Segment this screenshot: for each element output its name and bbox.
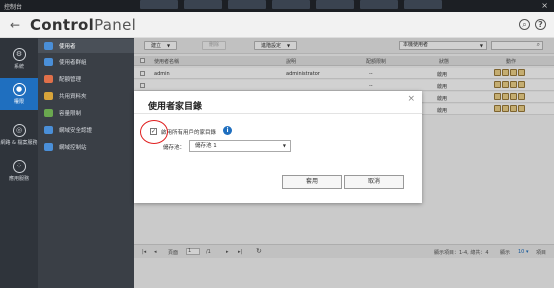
brand-rest: Panel	[94, 16, 137, 34]
user-icon: ●	[12, 83, 26, 96]
taskbar-thumbnail[interactable]	[140, 0, 178, 9]
grid-icon: ⁘	[12, 160, 26, 173]
rail-item-label: 系統	[13, 64, 24, 70]
server-icon	[44, 143, 53, 151]
highlight-circle	[140, 120, 168, 144]
sidebar-item-user-groups[interactable]: 使用者群組	[38, 55, 134, 69]
dialog-title: 使用者家目錄	[148, 102, 203, 112]
taskbar-thumbnail[interactable]	[228, 0, 266, 9]
rail-item-label: 網路 & 檔案服務	[0, 140, 38, 146]
apply-button[interactable]: 套用	[282, 175, 342, 189]
storage-pool-label: 儲存池：	[163, 145, 186, 151]
app-brand: ControlPanel	[30, 16, 136, 34]
user-icon	[44, 42, 53, 50]
rail-item-apps[interactable]: ⁘ 應用服務	[0, 156, 38, 186]
rail-item-network[interactable]: ◎ 網路 & 檔案服務	[0, 120, 38, 154]
sidebar: 使用者 使用者群組 配額管理 共用資料夾 容量限制 網域安全認證 網域控制站	[38, 38, 134, 288]
sidebar-item-label: 容量限制	[59, 111, 82, 117]
window-close-icon[interactable]: ×	[541, 1, 548, 10]
category-rail: ⚙ 系統 ● 權限 ◎ 網路 & 檔案服務 ⁘ 應用服務	[0, 38, 38, 288]
app-header: ← ControlPanel ⌕ ?	[0, 12, 554, 38]
storage-pool-select[interactable]: 儲存池 1 ▼	[189, 140, 291, 152]
gear-icon: ⚙	[12, 48, 26, 61]
dialog-divider	[134, 113, 422, 114]
sidebar-item-capacity[interactable]: 容量限制	[38, 106, 134, 120]
sidebar-item-shared-folders[interactable]: 共用資料夾	[38, 89, 134, 103]
brand-bold: Control	[30, 16, 95, 34]
quota-icon	[44, 75, 53, 83]
search-icon[interactable]: ⌕	[519, 19, 530, 30]
sidebar-item-label: 配額管理	[59, 77, 82, 83]
os-title-bar: 控制台 ×	[0, 0, 554, 12]
chevron-down-icon: ▼	[282, 143, 286, 148]
sidebar-item-label: 網域安全認證	[59, 128, 93, 134]
sidebar-item-quota[interactable]: 配額管理	[38, 72, 134, 86]
cancel-button[interactable]: 取消	[344, 175, 404, 189]
group-icon	[44, 58, 53, 66]
window-title: 控制台	[4, 4, 23, 11]
rail-item-privilege[interactable]: ● 權限	[0, 78, 38, 110]
back-arrow-icon[interactable]: ←	[10, 18, 20, 32]
taskbar-thumbnail[interactable]	[272, 0, 310, 9]
sidebar-item-users[interactable]: 使用者	[38, 39, 134, 53]
folder-icon	[44, 92, 53, 100]
sidebar-item-domain-security[interactable]: 網域安全認證	[38, 123, 134, 137]
shield-icon	[44, 126, 53, 134]
close-icon[interactable]: ×	[407, 94, 415, 104]
sidebar-item-label: 使用者	[59, 44, 76, 50]
rail-item-label: 應用服務	[8, 176, 29, 182]
rail-item-label: 權限	[13, 99, 24, 105]
sidebar-item-label: 共用資料夾	[59, 94, 87, 100]
globe-icon: ◎	[12, 124, 26, 137]
taskbar-thumbnail[interactable]	[360, 0, 398, 9]
rail-item-system[interactable]: ⚙ 系統	[0, 44, 38, 74]
info-icon[interactable]: i	[223, 126, 232, 135]
sidebar-item-label: 網域控制站	[59, 145, 87, 151]
sidebar-item-label: 使用者群組	[59, 60, 87, 66]
taskbar-thumbnails	[140, 0, 442, 12]
taskbar-thumbnail[interactable]	[316, 0, 354, 9]
home-folder-dialog: 使用者家目錄 × ✓ 啟用所有用戶的家目錄 i 儲存池： 儲存池 1 ▼ 套用 …	[134, 91, 422, 203]
capacity-icon	[44, 109, 53, 117]
taskbar-thumbnail[interactable]	[404, 0, 442, 9]
help-icon[interactable]: ?	[535, 19, 546, 30]
enable-home-folder-label: 啟用所有用戶的家目錄	[161, 130, 217, 136]
storage-pool-value: 儲存池 1	[195, 143, 217, 149]
taskbar-thumbnail[interactable]	[184, 0, 222, 9]
sidebar-item-domain-controller[interactable]: 網域控制站	[38, 140, 134, 154]
